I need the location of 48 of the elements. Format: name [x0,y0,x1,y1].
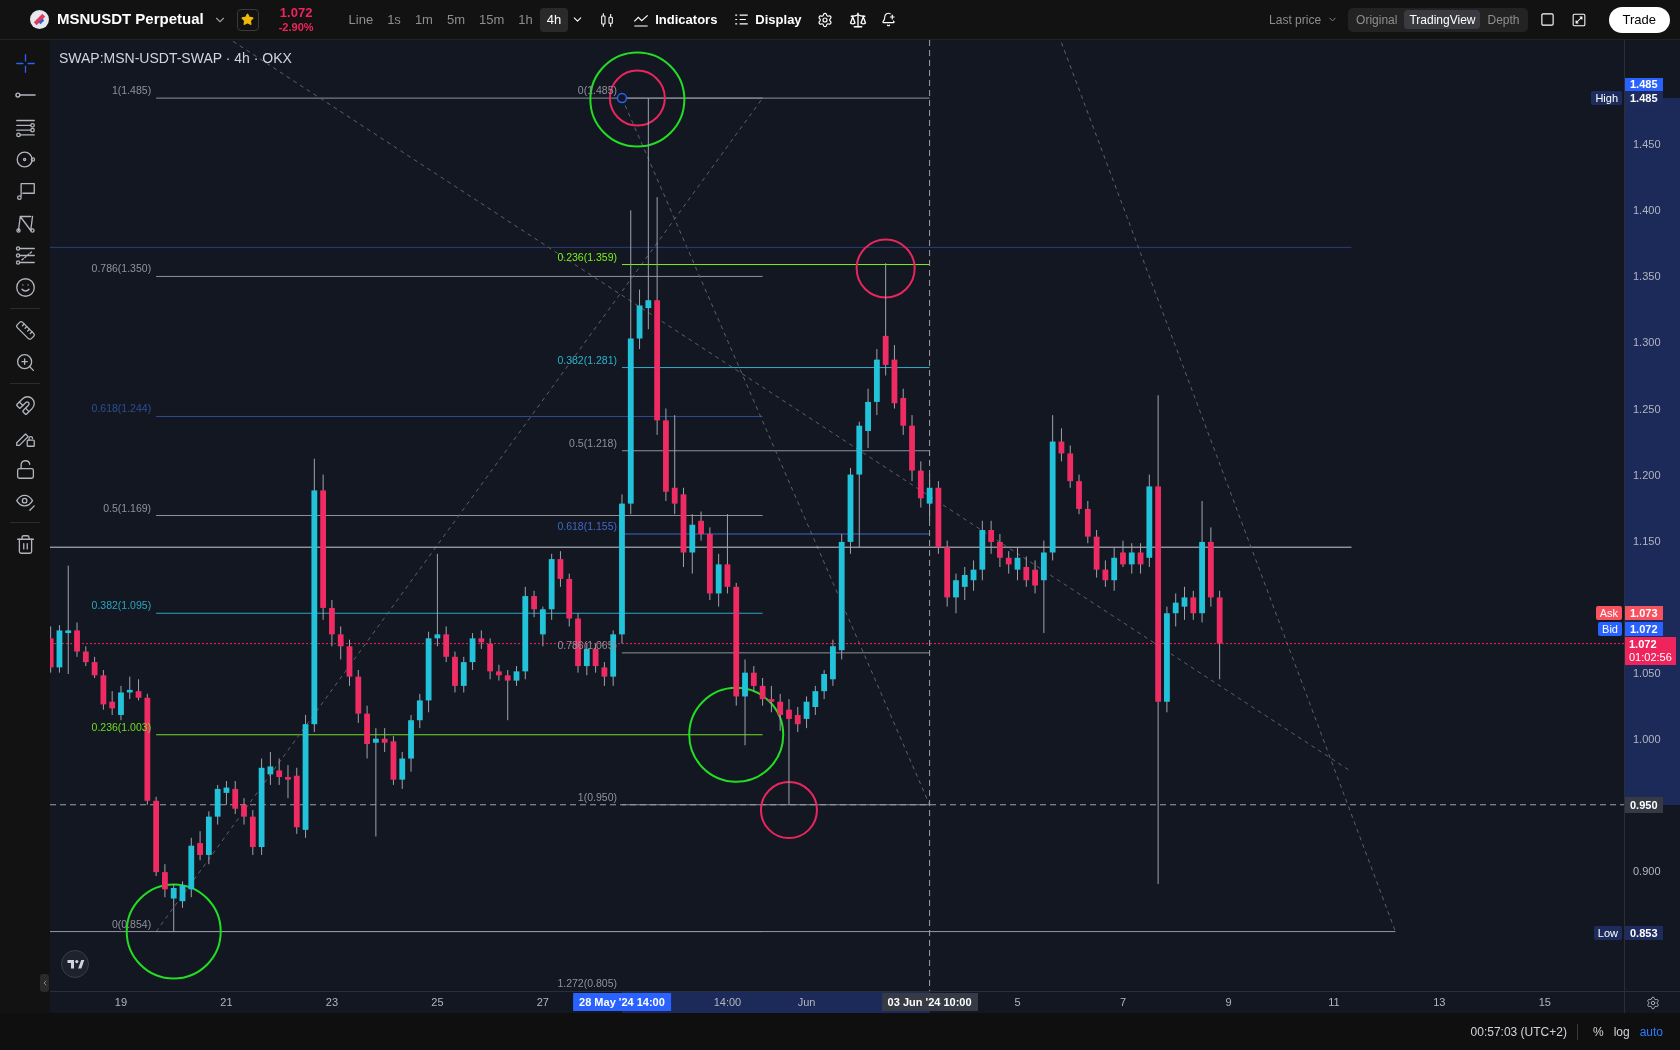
time-scale-label: 7 [1119,995,1127,1009]
price-marker-label: High [1591,91,1622,106]
time-scale-label: 25 [431,995,444,1009]
time-scale-label: Jun [797,995,816,1009]
time-scale-label: 9 [1225,995,1232,1009]
time-scale-label: 11 [1328,995,1340,1009]
time-scale-label: 19 [114,995,128,1009]
price-marker-label: Ask [1595,606,1622,621]
crosshair-time-value: 03 Jun '24 10:00 [881,993,978,1011]
price-marker-label: Bid [1598,621,1622,636]
chart-legend: SWAP:MSN-USDT-SWAP · 4h · OKX [59,48,292,69]
last-price: 1.072 [279,6,313,19]
fib-level-label: 0.382(1.095) [91,599,152,612]
fib-level-label: 1.272(0.805) [557,977,617,989]
price-marker-value: 0.853 [1625,925,1663,940]
price-scale-label: 1.400 [1633,203,1661,218]
price-change: -2.90% [278,22,314,33]
fib-level-label: 0.5(1.169) [103,501,152,514]
price-scale-label: 0.900 [1633,863,1661,878]
price-scale-label: 1.200 [1633,467,1661,482]
price-scale-label: 1.000 [1633,731,1661,746]
price-scale-label: 1.300 [1633,335,1661,350]
time-scale-label: 13 [1433,995,1446,1009]
fib-level-label: 0.786(1.350) [91,262,152,275]
clock-text: 00:57:03 (UTC+2) [1470,1023,1567,1041]
time-scale-label: 5 [1014,995,1021,1009]
price-scale-label: 1.150 [1633,533,1661,548]
selection-price-value: 1.485 [1625,78,1663,92]
last-price-value: 1.072 [1629,637,1658,651]
price-scale-label: 1.450 [1633,137,1661,152]
time-scale-label: 23 [325,995,339,1009]
selection-time-value: 28 May '24 14:00 [573,993,671,1011]
fib-level-label: 1(0.950) [577,790,617,803]
price-scale-label: 1.250 [1633,401,1661,416]
time-scale-label: 21 [220,995,233,1009]
price-scale-label: 1.050 [1633,665,1661,680]
fib-level-label: 0.618(1.155) [557,520,617,532]
fib-level-label: 0.236(1.359) [557,250,617,263]
price-marker-value: 1.073 [1625,606,1663,621]
fib-level-label: 0.5(1.218) [569,436,617,449]
countdown-timer: 01:02:56 [1629,650,1672,664]
fib-level-label: 0.382(1.281) [557,353,617,366]
price-scale-label: 1.350 [1633,269,1661,284]
fib-level-label: 1(1.485) [112,84,152,97]
time-scale-label: 14:00 [713,995,742,1009]
time-scale-label: 27 [536,995,549,1009]
fib-level-label: 0.618(1.244) [91,402,152,415]
price-marker-label: Low [1593,925,1622,940]
